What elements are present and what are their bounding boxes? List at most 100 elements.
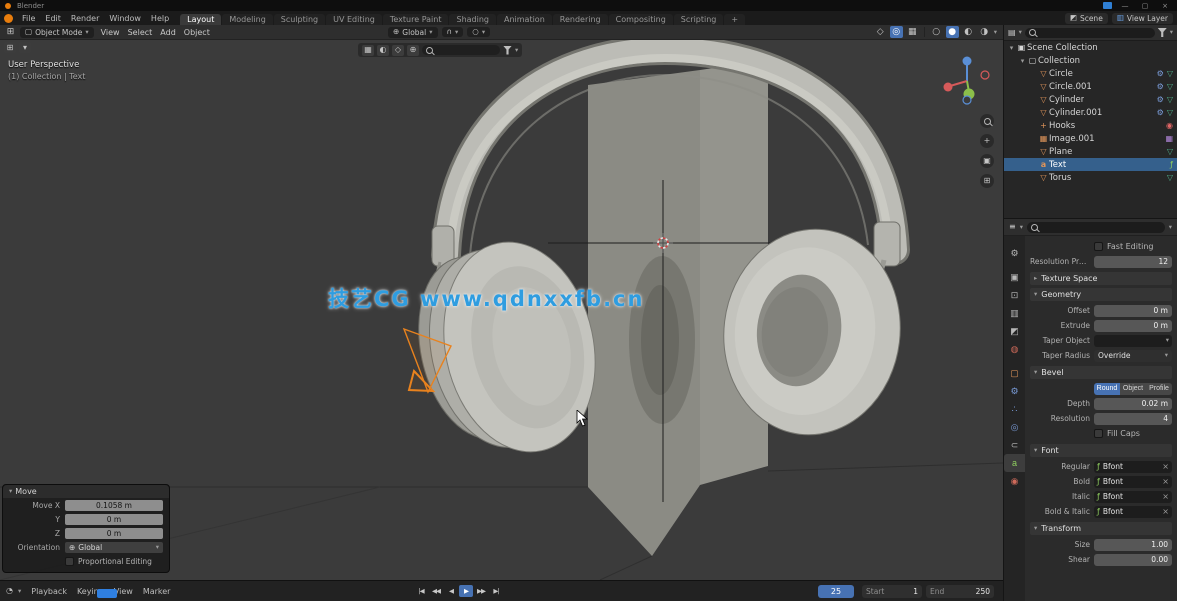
outliner-row[interactable]: Circle [1004,67,1177,80]
menu-item[interactable]: Edit [40,14,66,23]
menu-item[interactable]: File [17,14,40,23]
close-button[interactable]: × [1158,2,1172,10]
frame-start-field[interactable]: Start 1 [862,585,922,598]
toggle-target-icon[interactable] [407,45,419,56]
font-datablock-field[interactable]: Bfont [1094,476,1172,488]
viewport-menu-item[interactable]: Select [124,28,157,37]
font-datablock-field[interactable]: Bfont [1094,506,1172,518]
workspace-tab[interactable]: Texture Paint [383,14,449,25]
chevron-down-icon[interactable] [18,588,21,595]
font-panel-header[interactable]: Font [1030,444,1172,457]
shear-slider[interactable]: 0.00 [1094,554,1172,566]
mesh-data-icon[interactable] [1167,147,1173,156]
outliner-row[interactable]: Cylinder.001 [1004,106,1177,119]
geometry-panel-header[interactable]: Geometry [1030,288,1172,301]
bevel-mode-button[interactable]: Round [1094,383,1120,395]
show-overlays-button[interactable] [890,26,903,38]
bevel-mode-button[interactable]: Object [1120,383,1146,395]
taper-radius-select[interactable]: Override [1094,350,1172,362]
transport-button[interactable]: ▶ [459,585,473,597]
timeline-menu-item[interactable]: Marker [138,587,176,596]
properties-tab[interactable]: ▥ [1004,304,1025,322]
chevron-down-icon[interactable] [19,42,31,53]
unlink-icon[interactable] [1162,478,1169,486]
chevron-down-icon[interactable] [515,47,518,54]
texture-space-panel-header[interactable]: Texture Space [1030,272,1172,285]
workspace-tab[interactable]: Scripting [674,14,724,25]
properties-tab[interactable]: ⚙ [1004,244,1025,262]
blender-menu-icon[interactable] [4,14,13,23]
orientation-dropdown[interactable]: Global [388,27,438,38]
chevron-down-icon[interactable] [1170,29,1173,36]
properties-tab[interactable]: ◉ [1004,472,1025,490]
offset-slider[interactable]: 0 m [1094,305,1172,317]
properties-tab[interactable]: ▢ [1004,364,1025,382]
value-slider[interactable]: 0.1058 m [65,500,163,511]
unlink-icon[interactable] [1162,463,1169,471]
workspace-tab[interactable]: Shading [449,14,496,25]
fast-editing-checkbox[interactable] [1094,242,1103,251]
value-slider[interactable]: 0 m [65,528,163,539]
toggle-half-icon[interactable] [377,45,389,56]
outliner-row[interactable]: Hooks [1004,119,1177,132]
hook-data-icon[interactable] [1166,121,1173,130]
proportional-editing-checkbox[interactable] [65,557,74,566]
workspace-tab[interactable]: Layout [180,14,221,25]
properties-tab[interactable]: ◩ [1004,322,1025,340]
workspace-tab[interactable]: Modeling [222,14,272,25]
shading-dropdown-icon[interactable] [994,29,997,36]
font-data-icon[interactable] [1170,160,1173,169]
timeline-editor-icon[interactable] [6,587,13,595]
properties-tab[interactable]: a [1004,454,1025,472]
modifier-icon[interactable] [1157,69,1164,78]
editor-type-button[interactable] [4,26,17,38]
workspace-tab[interactable]: Rendering [553,14,608,25]
view-layer-selector[interactable]: View Layer [1112,13,1173,24]
modifier-icon[interactable] [1157,95,1164,104]
properties-tab[interactable]: ∴ [1004,400,1025,418]
bevel-depth-slider[interactable]: 0.02 m [1094,398,1172,410]
navigation-gizmo[interactable] [938,52,996,112]
extrude-slider[interactable]: 0 m [1094,320,1172,332]
outliner-editor-icon[interactable] [1008,29,1016,37]
workspace-tab[interactable]: + [724,14,745,25]
outliner-row[interactable]: Torus [1004,171,1177,184]
shading-rendered-button[interactable] [978,26,991,38]
mesh-data-icon[interactable] [1167,82,1173,91]
orientation-select[interactable]: Global [65,542,163,553]
viewport-menu-item[interactable]: View [97,28,124,37]
outliner-row[interactable]: Text [1004,158,1177,171]
size-slider[interactable]: 1.00 [1094,539,1172,551]
transport-button[interactable]: ◀ [444,585,458,597]
font-datablock-field[interactable]: Bfont [1094,461,1172,473]
viewport[interactable]: User Perspective (1) Collection | Text 技… [0,40,1003,580]
editor-type-icon[interactable] [4,42,16,53]
expand-caret-icon[interactable]: ▾ [1018,57,1027,65]
toggle-diamond-icon[interactable] [392,45,404,56]
perspective-toggle-button[interactable] [980,174,994,188]
workspace-tab[interactable]: UV Editing [326,14,382,25]
current-frame-field[interactable]: 25 [818,585,854,598]
viewport-search-field[interactable] [422,45,500,55]
maximize-button[interactable]: ▢ [1138,2,1152,10]
shading-solid-button[interactable] [946,26,959,38]
bevel-resolution-slider[interactable]: 4 [1094,413,1172,425]
taper-object-field[interactable] [1094,335,1172,347]
filter-funnel-icon[interactable] [1158,28,1167,37]
workspace-tab[interactable]: Sculpting [274,14,325,25]
chevron-down-icon[interactable] [1019,29,1022,36]
operator-panel-header[interactable]: Move [3,485,169,498]
menu-item[interactable]: Render [66,14,104,23]
show-gizmo-button[interactable] [874,26,887,38]
mesh-data-icon[interactable] [1167,173,1173,182]
workspace-tab[interactable]: Animation [497,14,552,25]
filter-funnel-icon[interactable] [503,46,512,55]
timeline-menu-item[interactable]: Playback [26,587,72,596]
viewport-menu-item[interactable]: Add [156,28,180,37]
chevron-down-icon[interactable] [1169,224,1172,231]
modifier-icon[interactable] [1157,82,1164,91]
properties-tab[interactable]: ⚙ [1004,382,1025,400]
viewport-menu-item[interactable]: Object [180,28,214,37]
outliner-row[interactable]: Cylinder [1004,93,1177,106]
camera-view-button[interactable] [980,154,994,168]
